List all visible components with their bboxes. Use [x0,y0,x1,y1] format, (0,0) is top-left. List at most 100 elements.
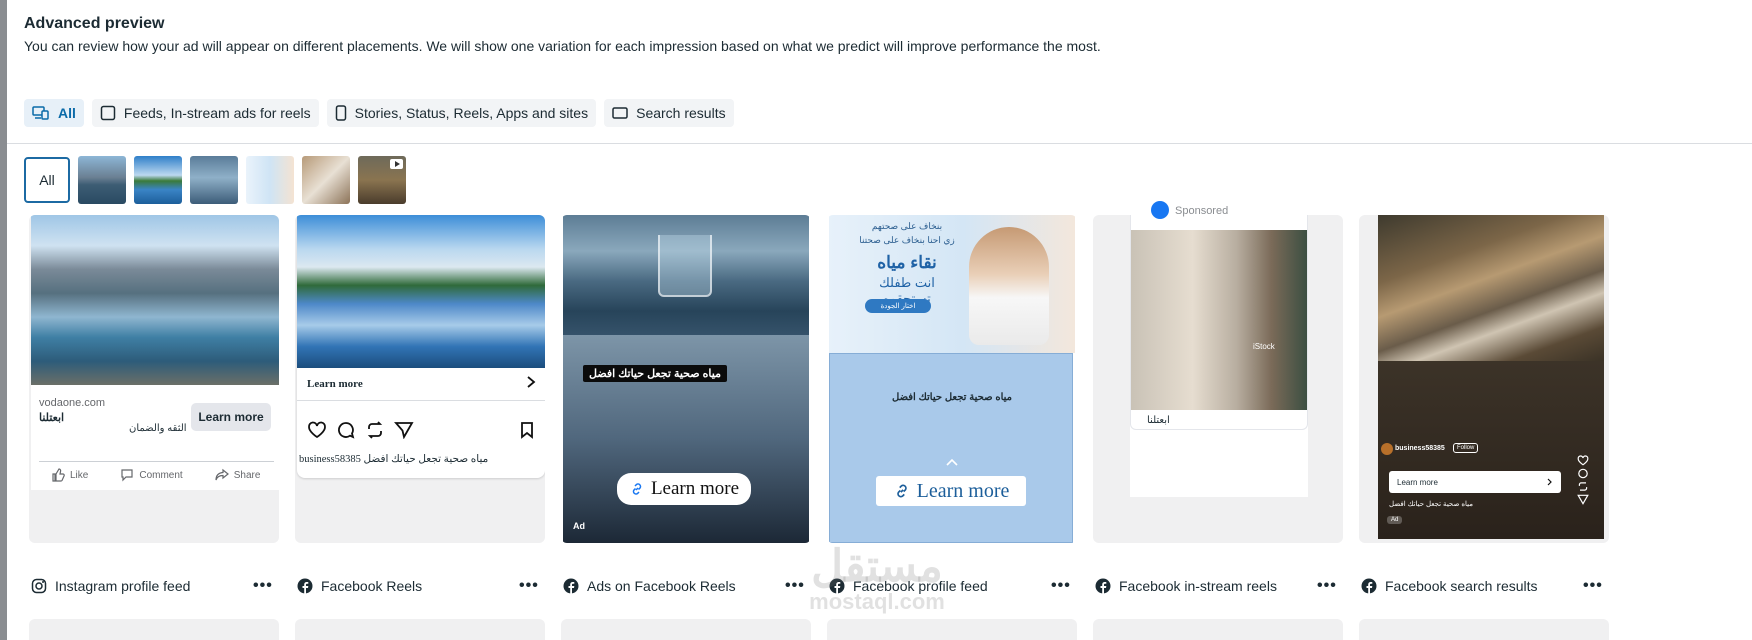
stock-watermark: iStock [1253,342,1275,351]
link-icon [896,484,907,498]
preview-card-facebook-search-results[interactable]: business58385 Follow Learn more مياه صحي… [1359,215,1609,543]
comment-action[interactable]: Comment [120,468,183,482]
repost-icon[interactable] [1577,481,1589,492]
post-actions: Like Comment Share [51,468,260,482]
send-icon[interactable] [394,421,414,439]
filter-search-label: Search results [636,105,726,121]
send-icon[interactable] [1577,494,1589,505]
placement-label-facebook-in-stream-reels: Facebook in-stream reels [1095,578,1277,594]
more-options-icon[interactable]: ••• [253,577,273,595]
post-caption: ابعتلنا [1147,415,1170,426]
next-row-card [1093,619,1343,640]
filter-stories[interactable]: Stories, Status, Reels, Apps and sites [326,99,597,127]
overlay-text: مياه صحية تجعل حياتك افضل [583,365,727,382]
learn-more-link[interactable]: Learn more [307,378,363,390]
page-title: Advanced preview [24,15,165,32]
ad-image-waterfall [1378,215,1604,361]
post-frame: Learn more business58385 مياه صحية تجعل … [297,215,545,478]
more-options-icon[interactable]: ••• [1583,577,1603,595]
learn-more-label: Learn more [1397,477,1438,487]
creative-thumbnails: All [24,156,406,204]
watermark-arabic: مستقل [811,542,943,591]
like-action[interactable]: Like [51,468,88,482]
comment-icon[interactable] [336,421,356,439]
thumbnail-kid-water-ad[interactable] [246,156,294,204]
ad-description: الثقه والضمان [129,423,187,434]
placement-label: Facebook in-stream reels [1119,578,1277,594]
next-row-card [561,619,811,640]
video-icon [390,159,403,169]
share-icon [215,468,229,481]
kid-figure [969,227,1049,345]
next-row-card [827,619,1077,640]
watermark: مستقل mostaql.com [797,545,957,615]
advanced-preview-panel: Advanced preview You can review how your… [7,0,1752,640]
ad-image-person-drinking [1131,230,1307,410]
filter-feeds[interactable]: Feeds, In-stream ads for reels [91,99,319,127]
placement-label: Facebook search results [1385,578,1538,594]
preview-card-ads-on-facebook-reels[interactable]: مياه صحية تجعل حياتك افضل Learn more Ad [561,215,811,543]
chevron-up-icon [946,458,958,466]
facebook-icon [297,578,313,594]
thumbnail-person-drinking[interactable] [302,156,350,204]
preview-card-facebook-profile-feed[interactable]: بنخاف على صحتهم زي احنا بنخاف على صحتنا … [827,215,1077,543]
comment-label: Comment [139,469,183,481]
next-row-card [29,619,279,640]
ad-image-water-glass [563,215,809,335]
thumbnail-lake-mountain[interactable] [78,156,126,204]
placement-filters: All Feeds, In-stream ads for reels Stori… [24,99,734,127]
square-icon [100,105,116,121]
ad-text-line2: زي احنا بنخاف على صحتنا [859,235,955,245]
like-label: Like [70,469,89,481]
divider [297,400,545,401]
facebook-icon [1361,578,1377,594]
glass-shape [658,235,712,297]
learn-more-button[interactable]: Learn more [1389,471,1561,493]
placement-label: Ads on Facebook Reels [587,578,736,594]
placement-label-instagram-profile-feed: Instagram profile feed [31,578,190,594]
preview-card-facebook-in-stream-reels[interactable]: Sponsored iStock ابعتلنا [1093,201,1343,543]
ad-image-kid-water: بنخاف على صحتهم زي احنا بنخاف على صحتنا … [829,215,1075,353]
more-options-icon[interactable]: ••• [1317,577,1337,595]
comment-icon [121,469,133,482]
learn-more-button[interactable]: Learn more [617,473,751,505]
facebook-icon [563,578,579,594]
preview-card-facebook-reels[interactable]: Learn more business58385 مياه صحية تجعل … [295,215,545,543]
learn-more-button[interactable]: Learn more [191,403,271,431]
ad-image-lake-mountain [31,215,279,385]
placement-label-ads-on-facebook-reels: Ads on Facebook Reels [563,578,736,594]
thumbnail-all[interactable]: All [24,157,70,203]
chevron-right-icon [1547,478,1552,486]
header: Advanced preview You can review how your… [24,15,1101,54]
divider [7,143,1752,144]
bookmark-icon[interactable] [519,421,535,439]
ad-image-mountain-reflection [297,215,545,368]
avatar [1381,443,1393,455]
learn-more-button[interactable]: Learn more [876,476,1026,506]
avatar [1151,201,1169,219]
filter-search[interactable]: Search results [604,99,734,127]
ad-badge: Ad [1387,516,1403,524]
share-action[interactable]: Share [215,468,260,482]
ad-text-big: نقاء مياه [877,253,937,272]
placement-label: Instagram profile feed [55,578,191,594]
left-edge-bar [0,0,7,640]
divider [39,461,274,462]
follow-button[interactable]: Follow [1453,443,1479,453]
heart-icon[interactable] [1577,455,1589,466]
preview-card-instagram-profile-feed[interactable]: vodaone.com ابعتلنا الثقه والضمان Learn … [29,215,279,543]
heart-icon[interactable] [307,421,327,439]
comment-icon[interactable] [1577,468,1589,479]
thumbnail-waterfall-video[interactable] [358,156,406,204]
more-options-icon[interactable]: ••• [1051,577,1071,595]
filter-all[interactable]: All [24,99,84,127]
post-actions [307,421,414,439]
more-options-icon[interactable]: ••• [519,577,539,595]
ad-text: مياه صحية تجعل حياتك افضل [892,392,1012,403]
monitor-icon [612,107,628,119]
ad-bottom-panel: مياه صحية تجعل حياتك افضل Learn more [829,353,1073,543]
thumbnail-water-glass[interactable] [190,156,238,204]
thumbnail-mountain-reflection[interactable] [134,156,182,204]
repost-icon[interactable] [365,421,385,439]
watermark-latin: mostaql.com [809,589,945,614]
